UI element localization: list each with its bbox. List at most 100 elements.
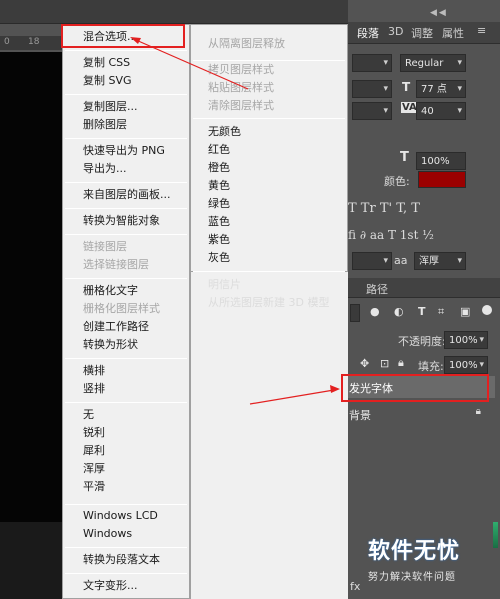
layer-context-menu-column-2: 从隔离图层释放 拷贝图层样式 粘贴图层样式 清除图层样式 无颜色 红色 橙色 黄… [190,24,348,272]
menu-item-new-3d-from-layer[interactable]: 从所选图层新建 3D 模型 [191,294,348,312]
menu-item-color-gray[interactable]: 灰色 [191,249,347,267]
watermark-subtitle: 努力解决软件问题 [368,572,456,583]
menu-separator [65,182,187,183]
menu-item-aa-smooth[interactable]: 平滑 [63,478,189,496]
menu-item-color-yellow[interactable]: 黄色 [191,177,347,195]
vertical-scale-field[interactable]: 100% [416,152,466,170]
lock-icon: 🔒︎ [475,406,481,417]
lock-all-icon[interactable]: 🔒︎ [398,356,404,370]
lock-position-icon[interactable]: ✥ [360,357,369,370]
filter-toggle-icon[interactable] [482,305,492,315]
menu-item-aa-strong[interactable]: 浑厚 [63,460,189,478]
menu-separator [65,504,187,505]
ruler-tick: 18 [28,37,40,47]
menu-item-aa-none[interactable]: 无 [63,406,189,424]
menu-item-aa-crisp[interactable]: 犀利 [63,442,189,460]
lock-artboard-icon[interactable]: ⊡ [380,357,389,370]
menu-item-copy-svg[interactable]: 复制 SVG [63,72,189,90]
menu-separator [65,208,187,209]
menu-item-create-work-path[interactable]: 创建工作路径 [63,318,189,336]
type-style-buttons[interactable]: T Tr T' T, T [348,201,468,216]
watermark-title: 软件无忧 [368,539,461,564]
menu-item-delete-layer[interactable]: 删除图层 [63,116,189,134]
menu-item-artboard-from-layers[interactable]: 来自图层的画板... [63,186,189,204]
color-label: 颜色: [384,175,410,188]
menu-item-duplicate-layer[interactable]: 复制图层... [63,98,189,116]
menu-item-color-none[interactable]: 无颜色 [191,123,347,141]
menu-item-vertical[interactable]: 竖排 [63,380,189,398]
opentype-buttons[interactable]: fi ∂ aa T 1st ½ [348,228,468,242]
menu-item-rasterize-layer-style: 栅格化图层样式 [83,302,160,315]
vertical-scale-icon: T [400,150,409,165]
add-layer-style-button[interactable]: fx [350,580,360,593]
fill-label: 填充: [418,360,444,373]
menu-item-rasterize-type[interactable]: 栅格化文字 [63,282,189,300]
tab-properties[interactable]: 属性 [442,25,464,41]
menu-item-export-as[interactable]: 导出为... [63,160,189,178]
menu-separator [65,94,187,95]
opacity-field[interactable]: 100% ▾ [444,331,488,349]
highlight-blending-options [61,24,185,48]
opacity-label: 不透明度: [398,335,446,348]
menu-item-convert-to-shape[interactable]: 转换为形状 [63,336,189,354]
menu-item-aa-sharp[interactable]: 锐利 [63,424,189,442]
language-dropdown[interactable]: ▾ [352,252,392,270]
menu-separator [65,278,187,279]
layer-context-menu-column-2-lower: 明信片 从所选图层新建 3D 模型 [190,272,348,599]
highlight-selected-layer [341,374,489,402]
kerning-dropdown[interactable]: ▾ [352,102,392,120]
menu-item-warp-text[interactable]: 文字变形... [63,577,189,595]
menu-item-color-blue[interactable]: 蓝色 [191,213,347,231]
filter-kind-dropdown[interactable] [350,304,360,322]
menu-item-copy-css[interactable]: 复制 CSS [63,54,189,72]
menu-item-paste-layer-style: 粘贴图层样式 [208,81,274,94]
menu-separator [193,118,345,119]
filter-shape-icon[interactable]: ⌗ [438,305,444,319]
menu-separator [65,402,187,403]
anti-alias-dropdown[interactable]: 浑厚 ▾ [414,252,466,270]
menu-item-clear-layer-style: 清除图层样式 [208,99,274,112]
menu-item-quick-export-png[interactable]: 快速导出为 PNG [63,142,189,160]
filter-smart-object-icon[interactable]: ▣ [460,305,470,318]
menu-item-link-layers: 链接图层 [83,240,127,253]
menu-item-windows[interactable]: Windows [63,525,189,543]
menu-item-select-linked-layers: 选择链接图层 [83,258,149,271]
panel-menu-icon[interactable]: ≡ [477,24,486,37]
menu-item-convert-smart-object[interactable]: 转换为智能对象 [63,212,189,230]
filter-pixel-icon[interactable]: ● [370,305,380,318]
filter-adjustment-icon[interactable]: ◐ [394,305,404,318]
filter-type-icon[interactable]: T [418,305,426,318]
menu-item-windows-lcd[interactable]: Windows LCD [63,507,189,525]
layer-name: 背景 [349,409,371,422]
menu-item-color-orange[interactable]: 橙色 [191,159,347,177]
fill-field[interactable]: 100% ▾ [444,356,488,374]
layer-row-background[interactable]: 背景 🔒︎ [345,403,495,425]
menu-separator [65,50,187,51]
text-color-swatch[interactable] [418,171,466,188]
leading-dropdown[interactable]: ▾ [352,80,392,98]
tab-adjustments[interactable]: 调整 [411,25,433,41]
menu-item-copy-layer-style: 拷贝图层样式 [208,63,274,76]
font-size-icon: T [402,80,411,94]
font-family-dropdown[interactable]: ▾ [352,54,392,72]
canvas-pasteboard [0,522,62,599]
menu-item-color-red[interactable]: 红色 [191,141,347,159]
font-style-dropdown[interactable]: Regular ▾ [400,54,466,72]
font-size-field[interactable]: 77 点 ▾ [416,80,466,98]
menu-separator [65,547,187,548]
tracking-field[interactable]: 40 ▾ [416,102,466,120]
menu-item-horizontal[interactable]: 横排 [63,362,189,380]
tab-paths[interactable]: 路径 [366,281,388,297]
horizontal-ruler: 0 18 [0,36,62,50]
tab-paragraph[interactable]: 段落 [357,25,379,41]
menu-item-postcard[interactable]: 明信片 [191,276,348,294]
menu-item-convert-paragraph-text[interactable]: 转换为段落文本 [63,551,189,569]
menu-separator [65,573,187,574]
document-canvas[interactable] [0,52,62,522]
menu-item-color-violet[interactable]: 紫色 [191,231,347,249]
menu-item-color-green[interactable]: 绿色 [191,195,347,213]
collapse-panels-icon[interactable]: ◀◀ [430,8,448,18]
menu-item-release-isolation: 从隔离图层释放 [208,37,285,50]
tab-3d[interactable]: 3D [388,25,403,38]
watermark-logo: 软件无忧 努力解决软件问题 [368,533,496,593]
